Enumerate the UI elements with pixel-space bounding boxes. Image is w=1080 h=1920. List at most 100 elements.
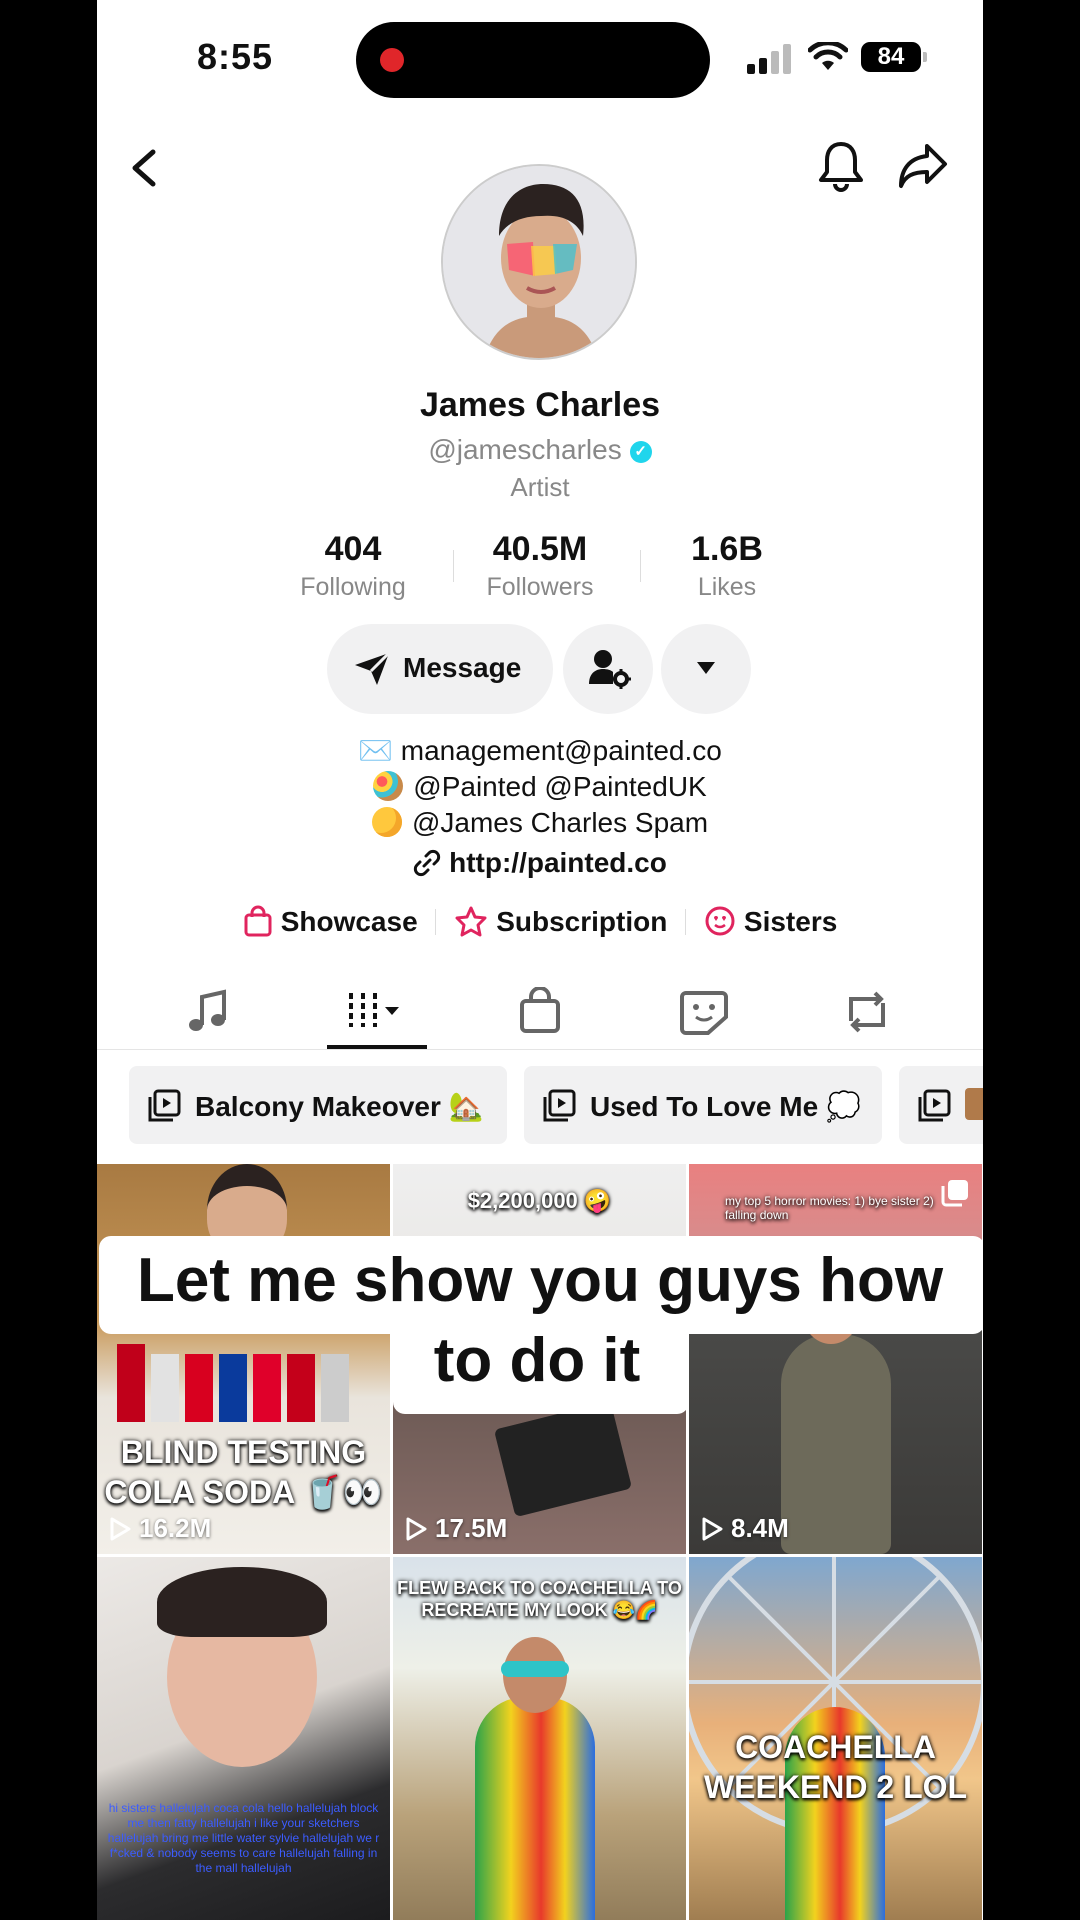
avatar-image: [443, 166, 635, 358]
dynamic-island: [356, 22, 710, 98]
content-tabs: [97, 975, 983, 1050]
battery-tip: [923, 52, 927, 62]
bio-line-spam: @James Charles Spam: [97, 805, 983, 841]
user-settings-icon: [589, 650, 631, 689]
sunglasses: [501, 1661, 569, 1677]
playlist-icon: [148, 1089, 181, 1122]
heart-face-icon: [705, 906, 735, 936]
chevron-down-icon: [697, 662, 715, 674]
profile-stats: 404 Following 40.5M Followers 1.6B Likes: [273, 530, 807, 602]
multi-photo-icon: [941, 1180, 968, 1207]
message-button-label: Message: [403, 652, 522, 683]
subscription-link[interactable]: Subscription: [454, 905, 667, 938]
profile-category: Artist: [510, 472, 570, 502]
video-overlay-text: COACHELLA WEEKEND 2 LOL: [703, 1729, 968, 1805]
stat-followers[interactable]: 40.5M Followers: [460, 530, 620, 602]
star-icon: [455, 906, 487, 937]
send-icon: [355, 651, 391, 685]
view-count: 8.4M: [701, 1513, 789, 1544]
playlist-icon: [918, 1089, 951, 1122]
back-button[interactable]: [125, 146, 165, 190]
view-count-value: 16.2M: [139, 1513, 212, 1543]
playlist-row: Balcony Makeover 🏡 Used To Love Me 💭: [129, 1066, 983, 1144]
box-emoji-icon: [965, 1088, 983, 1120]
play-icon: [110, 1517, 131, 1541]
profile-name: James Charles: [419, 386, 661, 424]
person-bodysuit: [475, 1697, 595, 1920]
music-note-icon[interactable]: [180, 987, 240, 1037]
battery-indicator: 84: [861, 42, 921, 72]
wifi-icon: [808, 42, 848, 70]
verified-badge-icon: ✓: [629, 440, 652, 463]
stat-value: 1.6B: [691, 530, 763, 568]
video-overlay-text: hi sisters hallelujah coca cola hello ha…: [107, 1801, 380, 1875]
play-icon: [406, 1517, 427, 1541]
showcase-link[interactable]: Showcase: [243, 905, 418, 938]
playlist-chip[interactable]: Used To Love Me 💭: [524, 1066, 882, 1144]
playlist-icon: [543, 1089, 576, 1122]
playlist-title: Used To Love Me 💭: [590, 1091, 861, 1122]
video-overlay-text: BLIND TESTING COLA SODA 🥤👀: [104, 1434, 383, 1510]
sticker-icon[interactable]: [674, 987, 734, 1037]
more-options-button[interactable]: [661, 624, 751, 714]
notification-bell-icon[interactable]: [817, 140, 865, 192]
status-time: 8:55: [197, 36, 274, 77]
shopping-bag-icon: [244, 905, 272, 937]
stat-value: 404: [324, 530, 382, 568]
playlist-chip[interactable]: Balcony Makeover 🏡: [129, 1066, 507, 1144]
grid-sort-icon[interactable]: [343, 987, 403, 1037]
video-thumbnail[interactable]: hi sisters hallelujah coca cola hello ha…: [97, 1557, 390, 1920]
profile-handle: @jamescharles: [428, 434, 622, 465]
profile-handle-row: @jamescharles ✓: [97, 434, 983, 466]
repost-icon[interactable]: [837, 987, 897, 1037]
follow-settings-button[interactable]: [563, 624, 653, 714]
message-button[interactable]: Message: [327, 624, 553, 714]
video-overlay-text: FLEW BACK TO COACHELLA TO RECREATE MY LO…: [397, 1578, 682, 1620]
profile-screen: 8:55 84 James Charles @jamescharles ✓ Ar…: [97, 0, 983, 1920]
share-icon[interactable]: [897, 142, 949, 190]
recording-indicator: [380, 48, 404, 72]
palette-emoji-icon: [373, 771, 404, 801]
action-buttons: Message: [97, 624, 983, 714]
caption-line-2: to do it: [433, 1326, 641, 1395]
bio-link[interactable]: http://painted.co: [449, 847, 667, 878]
video-thumbnail[interactable]: COACHELLA WEEKEND 2 LOL: [689, 1557, 982, 1920]
view-count-value: 8.4M: [731, 1513, 789, 1543]
wallet-object: [493, 1400, 633, 1518]
video-thumbnail[interactable]: FLEW BACK TO COACHELLA TO RECREATE MY LO…: [393, 1557, 686, 1920]
bio-email[interactable]: management@painted.co: [401, 735, 722, 766]
bio: ✉️ management@painted.co @Painted @Paint…: [97, 733, 983, 881]
bio-line-painted: @Painted @PaintedUK: [97, 769, 983, 805]
bio-line-2[interactable]: @Painted @PaintedUK: [413, 771, 706, 802]
cellular-signal-icon: [747, 44, 791, 74]
stat-following[interactable]: 404 Following: [273, 530, 433, 602]
avatar[interactable]: [441, 164, 637, 360]
bio-link-line: http://painted.co: [97, 845, 983, 881]
feature-divider: [435, 908, 437, 935]
stat-divider: [640, 550, 641, 582]
sisters-link[interactable]: Sisters: [704, 905, 837, 938]
showcase-label: Showcase: [280, 906, 418, 938]
stat-label: Followers: [486, 573, 594, 601]
stat-divider: [453, 550, 454, 582]
feature-divider: [685, 908, 687, 935]
stat-value: 40.5M: [492, 530, 588, 568]
playlist-title: Balcony Makeover 🏡: [195, 1091, 484, 1122]
video-overlay-text: $2,200,000 🤪: [467, 1188, 612, 1213]
envelope-icon: ✉️: [358, 735, 401, 766]
caption-line-1: Let me show you guys how: [136, 1246, 944, 1315]
playlist-chip[interactable]: [899, 1066, 983, 1144]
view-count: 17.5M: [405, 1513, 507, 1544]
stat-likes[interactable]: 1.6B Likes: [647, 530, 807, 602]
bio-line-3[interactable]: @James Charles Spam: [412, 807, 708, 838]
active-tab-indicator: [327, 1045, 427, 1049]
subscription-label: Subscription: [496, 906, 668, 938]
feature-shortcuts: Showcase Subscription Sisters: [97, 904, 983, 944]
view-count: 16.2M: [109, 1513, 211, 1544]
link-icon: [413, 849, 441, 877]
zany-face-emoji-icon: [371, 807, 402, 837]
shopping-bag-icon[interactable]: [510, 987, 570, 1037]
bio-email-line: ✉️ management@painted.co: [97, 733, 983, 769]
stat-label: Following: [300, 573, 406, 601]
video-overlay-text: my top 5 horror movies: 1) bye sister 2)…: [725, 1194, 934, 1222]
